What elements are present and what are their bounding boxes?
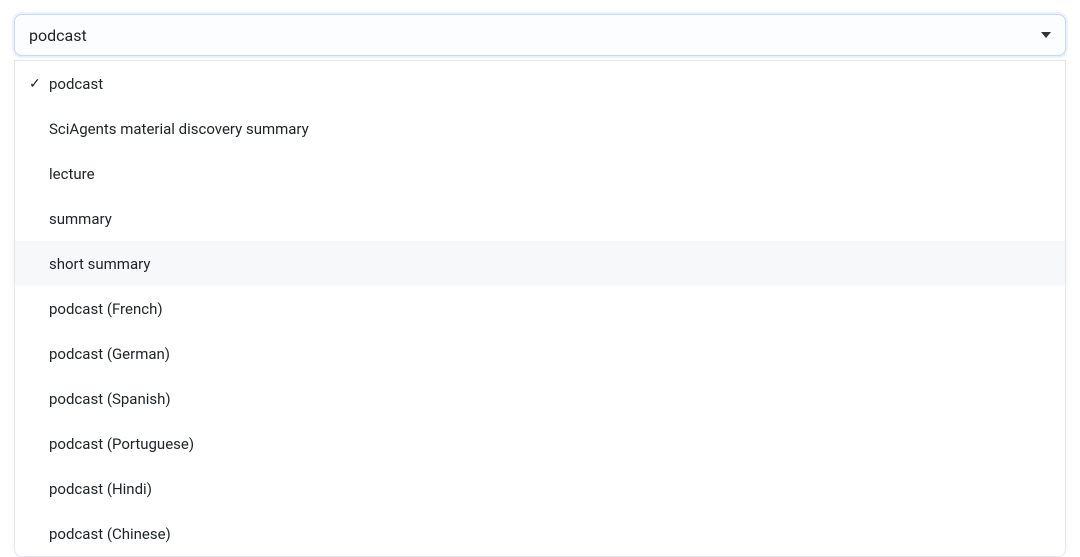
combobox-option[interactable]: SciAgents material discovery summary	[15, 106, 1065, 151]
combobox-option-label: podcast (Portuguese)	[49, 435, 1051, 453]
combobox-dropdown: ✓ podcast SciAgents material discovery sum…	[14, 60, 1066, 557]
combobox-option[interactable]: short summary	[15, 241, 1065, 286]
combobox-option-label: podcast (German)	[49, 345, 1051, 363]
combobox-option[interactable]: podcast (German)	[15, 331, 1065, 376]
combobox-option-label: podcast	[49, 75, 1051, 93]
combobox-option[interactable]: podcast (French)	[15, 286, 1065, 331]
combobox-input-wrapper[interactable]	[14, 14, 1066, 56]
combobox-option-label: podcast (Spanish)	[49, 390, 1051, 408]
combobox-option[interactable]: ✓ podcast	[15, 61, 1065, 106]
combobox-option[interactable]: lecture	[15, 151, 1065, 196]
combobox-option[interactable]: podcast (Hindi)	[15, 466, 1065, 511]
combobox-option-label: short summary	[49, 255, 1051, 273]
combobox-option-label: lecture	[49, 165, 1051, 183]
combobox-option-label: podcast (Chinese)	[49, 525, 1051, 543]
combobox-option[interactable]: podcast (Spanish)	[15, 376, 1065, 421]
combobox-input[interactable]	[29, 26, 1041, 45]
combobox-option-label: SciAgents material discovery summary	[49, 120, 1051, 138]
chevron-down-icon[interactable]	[1041, 32, 1051, 38]
combobox: ✓ podcast SciAgents material discovery sum…	[14, 14, 1066, 557]
combobox-option[interactable]: podcast (Portuguese)	[15, 421, 1065, 466]
combobox-option[interactable]: summary	[15, 196, 1065, 241]
combobox-option-label: podcast (French)	[49, 300, 1051, 318]
combobox-option-label: summary	[49, 210, 1051, 228]
combobox-option[interactable]: podcast (Chinese)	[15, 511, 1065, 556]
check-slot: ✓	[29, 77, 49, 91]
check-icon: ✓	[29, 77, 41, 91]
combobox-option-label: podcast (Hindi)	[49, 480, 1051, 498]
